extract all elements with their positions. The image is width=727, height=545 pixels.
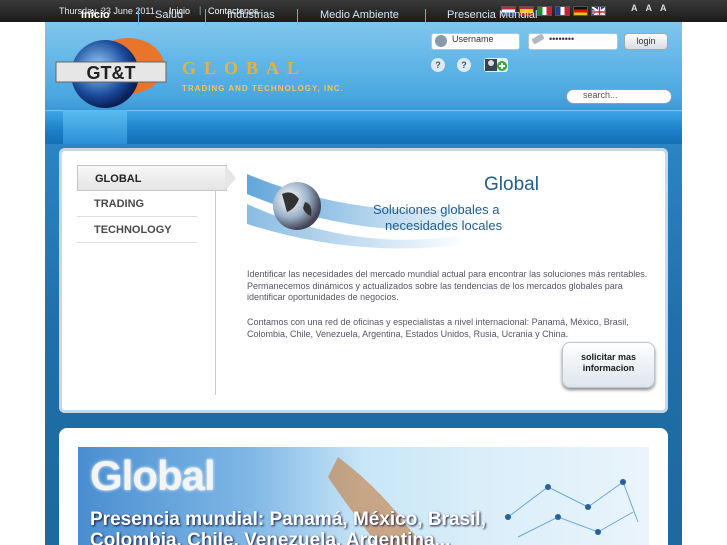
nav-divider — [425, 9, 426, 25]
page-margin-left — [0, 22, 45, 545]
banner-line2: Colombia, Chile, Venezuela, Argentina... — [90, 530, 451, 545]
offices-paragraph: Contamos con una red de oficinas y espec… — [247, 317, 629, 339]
register-user-icon[interactable] — [484, 58, 508, 72]
top-separator: | — [199, 5, 202, 15]
login-button[interactable]: login — [624, 33, 668, 50]
flag-italy-icon[interactable] — [537, 6, 552, 16]
request-info-button[interactable]: solicitar mas informacion — [562, 342, 655, 388]
request-info-line2: informacion — [582, 363, 635, 373]
font-size-controls: A A A — [631, 3, 667, 13]
tab-arrow — [225, 165, 236, 191]
panel-divider — [215, 190, 216, 395]
nav-divider — [138, 9, 139, 25]
font-size-large-icon[interactable]: A — [660, 3, 667, 13]
brand-subtitle: TRADING AND TECHNOLOGY, INC. — [182, 84, 344, 93]
globe-logo-icon[interactable]: GT&T — [50, 34, 180, 112]
hero-title: Global — [484, 174, 539, 195]
nav-item-industrias[interactable]: Industrias — [227, 9, 275, 21]
help-password-icon[interactable]: ? — [431, 58, 445, 72]
nav-item-presencia-mundial[interactable]: Presencia Mundial — [447, 9, 538, 21]
main-nav — [45, 110, 682, 144]
hero-tagline-line2: necesidades locales — [385, 218, 503, 233]
nav-item-inicio[interactable]: Inicio — [81, 9, 110, 21]
nav-divider — [205, 9, 206, 25]
banner-line1: Presencia mundial: Panamá, México, Brasi… — [90, 509, 486, 530]
tab-technology[interactable]: TECHNOLOGY — [77, 217, 197, 243]
nav-item-medio-ambiente[interactable]: Medio Ambiente — [320, 9, 399, 21]
page-margin-right — [682, 22, 727, 545]
brand-name: GLOBAL — [182, 58, 308, 78]
nav-divider — [297, 9, 298, 25]
help-user-icon[interactable]: ? — [457, 58, 471, 72]
nav-item-salud[interactable]: Salud — [155, 9, 183, 21]
tab-trading[interactable]: TRADING — [77, 191, 197, 217]
flag-united-kingdom-icon[interactable] — [591, 6, 606, 16]
font-size-small-icon[interactable]: A — [631, 3, 638, 13]
tab-global[interactable]: GLOBAL — [77, 165, 227, 191]
font-size-medium-icon[interactable]: A — [646, 3, 653, 13]
nav-active-highlight — [63, 110, 127, 144]
logo-text: GT&T — [87, 63, 136, 83]
search-input[interactable]: search... — [566, 89, 672, 104]
hero-tagline-line1: Soluciones globales a — [373, 202, 500, 217]
flag-germany-icon[interactable] — [573, 6, 588, 16]
intro-paragraph: Identificar las necesidades del mercado … — [247, 269, 648, 302]
user-icon — [435, 35, 447, 47]
request-info-line1: solicitar mas — [580, 352, 637, 362]
banner-word: Global — [90, 452, 216, 499]
flag-france-icon[interactable] — [555, 6, 570, 16]
